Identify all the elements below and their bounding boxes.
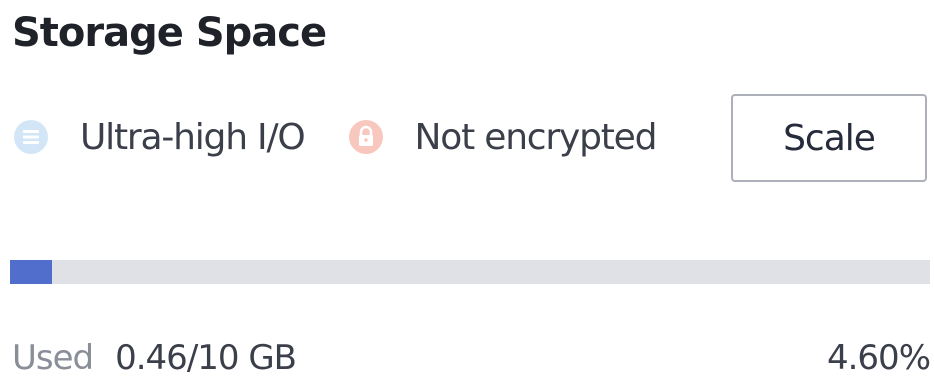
encryption-label: Not encrypted bbox=[414, 116, 658, 158]
storage-usage-bar bbox=[10, 260, 930, 284]
lock-icon bbox=[348, 120, 383, 154]
disk-type-label: Ultra-high I/O bbox=[80, 116, 306, 158]
usage-percent: 4.60% bbox=[826, 338, 931, 378]
disk-type-tag: Ultra-high I/O bbox=[14, 116, 306, 158]
storage-tags: Ultra-high I/O Not encrypted bbox=[14, 112, 658, 162]
storage-disk-icon bbox=[14, 120, 48, 154]
scale-button[interactable]: Scale bbox=[731, 94, 927, 182]
used-value: 0.46/10 GB bbox=[115, 338, 297, 378]
used-label: Used bbox=[12, 338, 94, 378]
encryption-tag: Not encrypted bbox=[348, 116, 658, 158]
usage-summary: Used 0.46/10 GB 4.60% bbox=[12, 334, 931, 382]
usage-left: Used 0.46/10 GB bbox=[12, 338, 297, 378]
storage-space-title: Storage Space bbox=[12, 10, 327, 56]
storage-usage-fill bbox=[10, 260, 53, 284]
